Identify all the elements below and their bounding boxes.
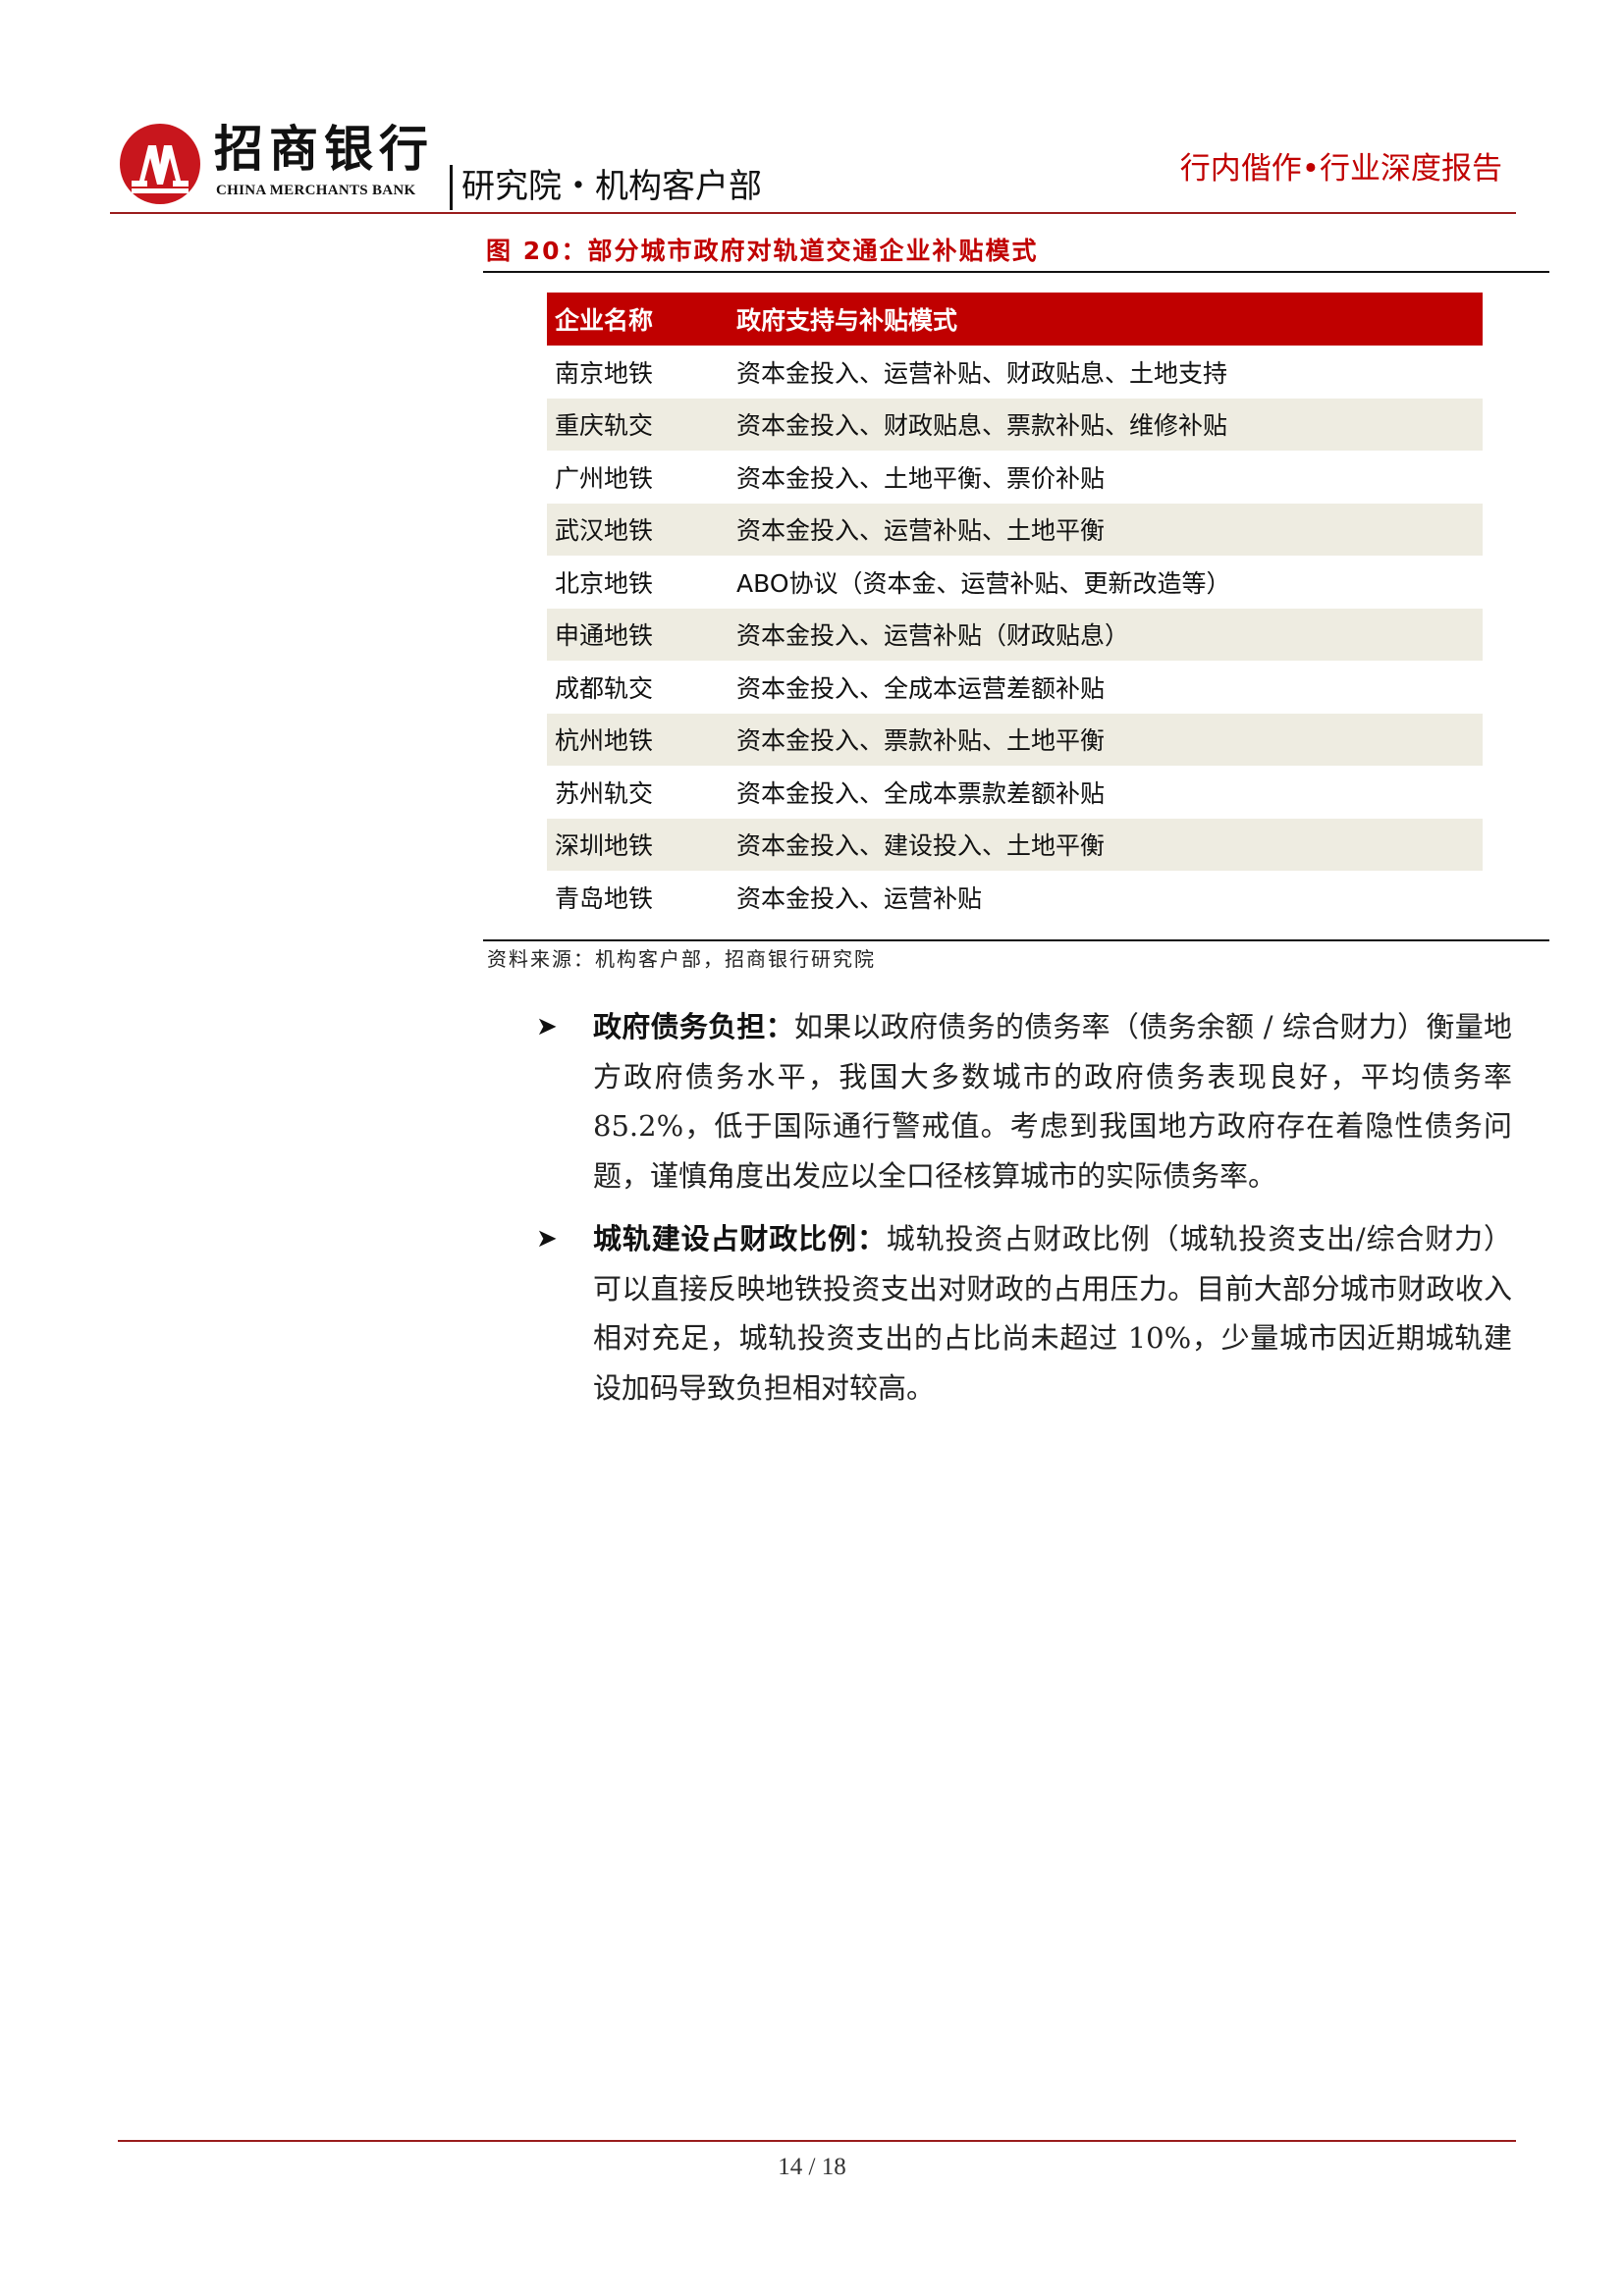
bullet-title: 城轨建设占财政比例： (593, 1222, 887, 1255)
figure-title: 图 20：部分城市政府对轨道交通企业补贴模式 (486, 237, 1039, 265)
company-cell: 申通地铁 (555, 621, 654, 651)
mode-cell: 资本金投入、运营补贴（财政贴息） (736, 621, 1130, 651)
table-row: 苏州轨交 资本金投入、全成本票款差额补贴 (547, 766, 1483, 819)
company-cell: 苏州轨交 (555, 778, 654, 808)
bullet-paragraph: 政府债务负担：如果以政府债务的债务率（债务余额 / 综合财力）衡量地方政府债务水… (593, 1002, 1512, 1201)
header-rule (110, 212, 1516, 214)
mode-cell: ABO协议（资本金、运营补贴、更新改造等） (736, 568, 1231, 598)
table-row: 广州地铁 资本金投入、土地平衡、票价补贴 (547, 451, 1483, 504)
table-header-row: 企业名称 政府支持与补贴模式 (547, 293, 1483, 346)
company-cell: 重庆轨交 (555, 411, 654, 441)
bullet-arrow-icon: ➤ (536, 1012, 558, 1041)
mode-cell: 资本金投入、财政贴息、票款补贴、维修补贴 (736, 411, 1228, 441)
table-row: 北京地铁 ABO协议（资本金、运营补贴、更新改造等） (547, 556, 1483, 609)
department-name: 研究院・机构客户部 (461, 167, 762, 206)
company-cell: 武汉地铁 (555, 516, 654, 546)
figure-top-rule (483, 271, 1549, 273)
table-row: 杭州地铁 资本金投入、票款补贴、土地平衡 (547, 713, 1483, 766)
report-type-label: 行内偕作•行业深度报告 (1179, 151, 1502, 187)
company-cell: 广州地铁 (555, 463, 654, 493)
bullet-title: 政府债务负担： (593, 1010, 794, 1043)
bank-logo-text: 招商银行 (214, 120, 434, 178)
cmb-logo-icon (120, 124, 200, 204)
mode-cell: 资本金投入、票款补贴、土地平衡 (736, 726, 1106, 756)
page-number: 14 / 18 (778, 2154, 846, 2180)
table-row: 青岛地铁 资本金投入、运营补贴 (547, 871, 1483, 924)
column-header-mode: 政府支持与补贴模式 (736, 306, 958, 335)
company-cell: 杭州地铁 (555, 726, 654, 756)
column-header-company: 企业名称 (555, 306, 654, 335)
table-row: 南京地铁 资本金投入、运营补贴、财政贴息、土地支持 (547, 346, 1483, 399)
table-row: 武汉地铁 资本金投入、运营补贴、土地平衡 (547, 503, 1483, 556)
mode-cell: 资本金投入、全成本运营差额补贴 (736, 673, 1106, 703)
table-row: 深圳地铁 资本金投入、建设投入、土地平衡 (547, 818, 1483, 871)
header-separator (450, 165, 453, 210)
figure-source: 资料来源：机构客户部，招商银行研究院 (487, 947, 876, 971)
bank-logo-english: CHINA MERCHANTS BANK (216, 183, 416, 198)
table-row: 成都轨交 资本金投入、全成本运营差额补贴 (547, 661, 1483, 714)
mode-cell: 资本金投入、运营补贴、土地平衡 (736, 516, 1106, 546)
mode-cell: 资本金投入、运营补贴、财政贴息、土地支持 (736, 358, 1228, 388)
footer-rule (118, 2140, 1516, 2142)
company-cell: 深圳地铁 (555, 831, 654, 861)
mode-cell: 资本金投入、运营补贴 (736, 883, 983, 913)
company-cell: 青岛地铁 (555, 883, 654, 913)
subsidy-table: 企业名称 政府支持与补贴模式 南京地铁 资本金投入、运营补贴、财政贴息、土地支持… (547, 293, 1483, 924)
table-row: 重庆轨交 资本金投入、财政贴息、票款补贴、维修补贴 (547, 398, 1483, 451)
company-cell: 北京地铁 (555, 568, 654, 598)
company-cell: 南京地铁 (555, 358, 654, 388)
mode-cell: 资本金投入、土地平衡、票价补贴 (736, 463, 1106, 493)
bullet-arrow-icon: ➤ (536, 1224, 558, 1254)
table-row: 申通地铁 资本金投入、运营补贴（财政贴息） (547, 608, 1483, 661)
figure-bottom-rule (483, 939, 1549, 941)
company-cell: 成都轨交 (555, 673, 654, 703)
mode-cell: 资本金投入、建设投入、土地平衡 (736, 831, 1106, 861)
mode-cell: 资本金投入、全成本票款差额补贴 (736, 778, 1106, 808)
bullet-paragraph: 城轨建设占财政比例：城轨投资占财政比例（城轨投资支出/综合财力）可以直接反映地铁… (593, 1214, 1512, 1413)
